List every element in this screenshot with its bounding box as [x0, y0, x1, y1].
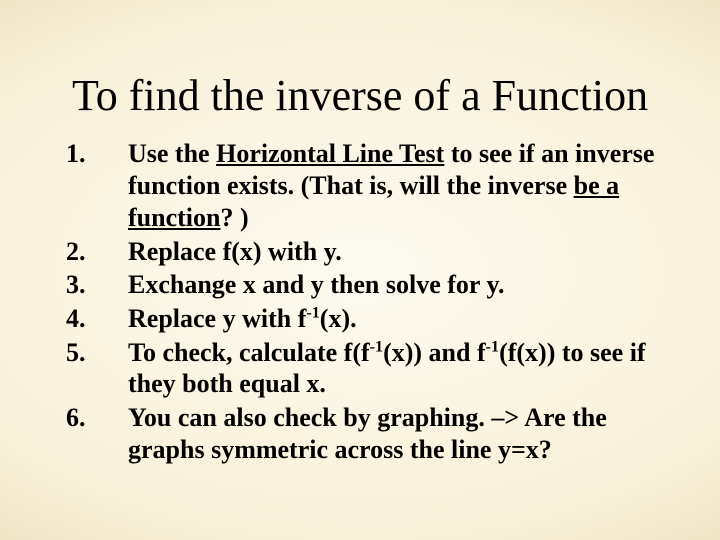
list-item: Exchange x and y then solve for y.	[120, 269, 672, 301]
list-item: Replace f(x) with y.	[120, 236, 672, 268]
underline-text: Horizontal Line Test	[216, 139, 444, 168]
slide: To find the inverse of a Function Use th…	[0, 0, 720, 540]
slide-title: To find the inverse of a Function	[48, 72, 672, 120]
step-text: Use the	[128, 139, 216, 168]
step-text: You can also check by graphing. –> Are t…	[128, 403, 607, 464]
list-item: You can also check by graphing. –> Are t…	[120, 402, 672, 465]
step-text: ? )	[220, 203, 248, 232]
step-text: Exchange x and y then solve for y.	[128, 270, 505, 299]
step-text: To check, calculate f(f	[128, 338, 370, 367]
superscript: -1	[486, 338, 499, 355]
list-item: Replace y with f-1(x).	[120, 303, 672, 335]
step-text: Replace f(x) with y.	[128, 237, 342, 266]
steps-list: Use the Horizontal Line Test to see if a…	[48, 138, 672, 465]
step-text: (x).	[320, 304, 357, 333]
step-text: Replace y with f	[128, 304, 306, 333]
superscript: -1	[306, 304, 319, 321]
list-item: To check, calculate f(f-1(x)) and f-1(f(…	[120, 337, 672, 400]
step-text: (x)) and f	[383, 338, 486, 367]
list-item: Use the Horizontal Line Test to see if a…	[120, 138, 672, 233]
superscript: -1	[370, 338, 383, 355]
